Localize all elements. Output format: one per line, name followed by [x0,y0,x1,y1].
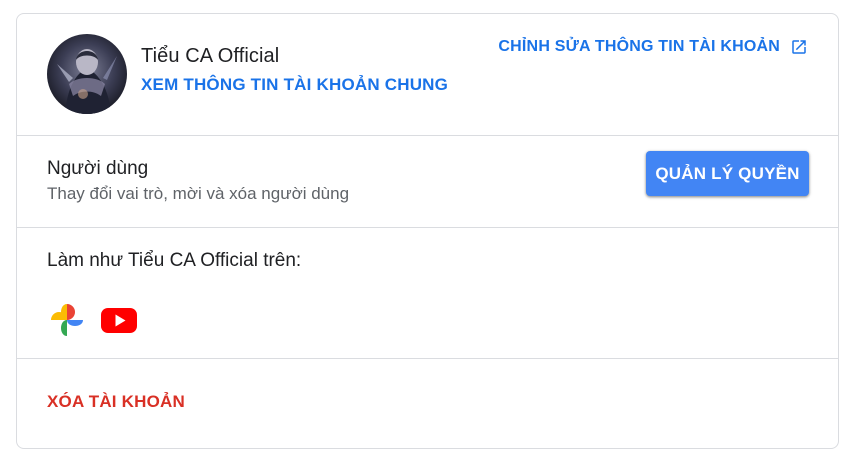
avatar-image [47,34,127,114]
manage-permissions-button[interactable]: QUẢN LÝ QUYỀN [646,151,809,196]
edit-account-link-label: CHỈNH SỬA THÔNG TIN TÀI KHOẢN [498,38,780,55]
act-as-title: Làm như Tiểu CA Official trên: [47,250,302,271]
delete-account-link[interactable]: XÓA TÀI KHOẢN [47,392,185,412]
users-section: Người dùng Thay đổi vai trò, mời và xóa … [17,136,838,227]
users-title: Người dùng [47,158,149,179]
act-as-section: Làm như Tiểu CA Official trên: [17,228,838,358]
account-header: Tiểu CA Official XEM THÔNG TIN TÀI KHOẢN… [17,14,838,135]
avatar [47,34,127,114]
account-name: Tiểu CA Official [141,45,280,67]
edit-account-link[interactable]: CHỈNH SỬA THÔNG TIN TÀI KHOẢN [498,38,808,56]
youtube-icon[interactable] [100,301,138,339]
account-card: Tiểu CA Official XEM THÔNG TIN TÀI KHOẢN… [16,13,839,449]
view-account-link[interactable]: XEM THÔNG TIN TÀI KHOẢN CHUNG [141,75,448,95]
google-photos-icon[interactable] [48,301,86,339]
open-in-new-icon [790,38,808,56]
delete-section: XÓA TÀI KHOẢN [17,359,838,449]
users-description: Thay đổi vai trò, mời và xóa người dùng [47,184,350,203]
